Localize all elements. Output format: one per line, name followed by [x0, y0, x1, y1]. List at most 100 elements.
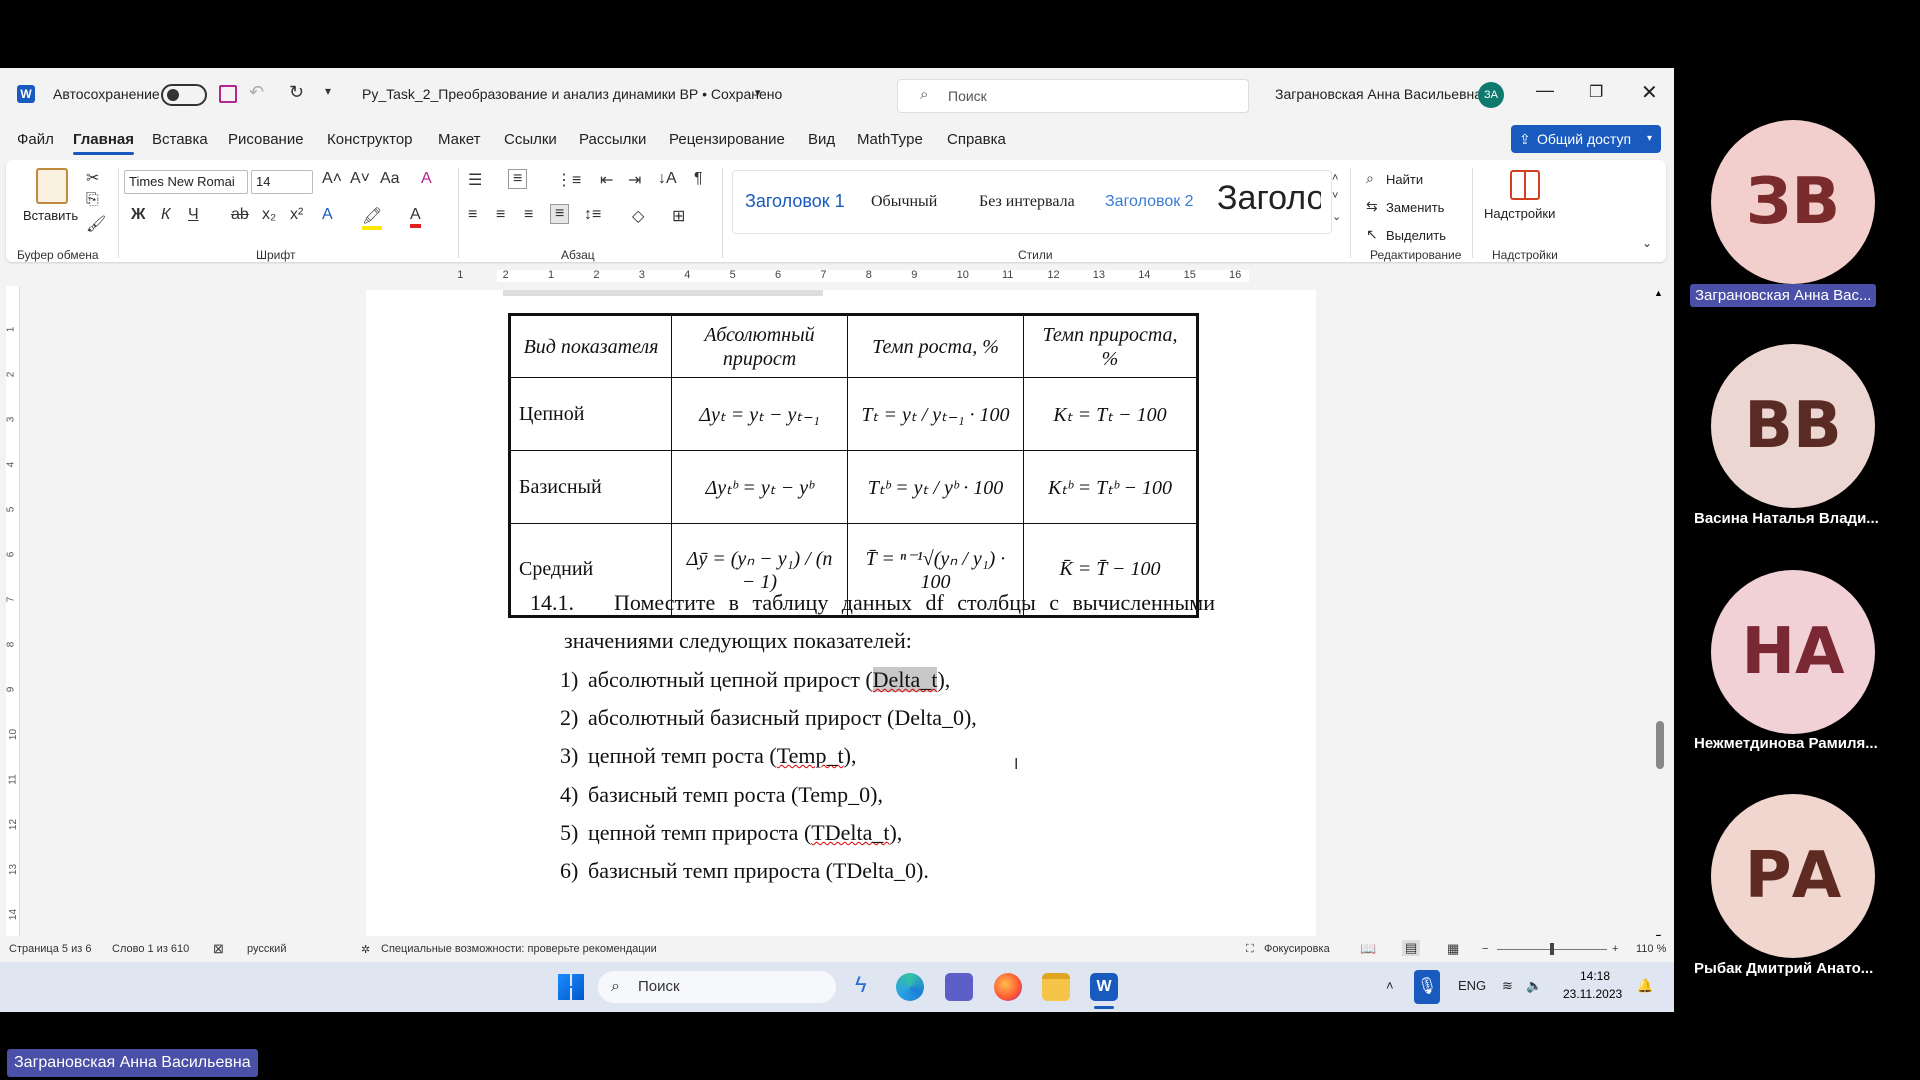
change-case-icon[interactable]: Aa	[380, 170, 400, 188]
clear-formatting-icon[interactable]: A	[421, 170, 432, 188]
web-layout-icon[interactable]: ▦	[1447, 941, 1459, 957]
edge-icon[interactable]	[896, 973, 924, 1001]
copilot-icon[interactable]: ϟ	[855, 972, 867, 998]
print-layout-icon[interactable]: ▤	[1402, 940, 1421, 956]
proofing-icon[interactable]: ⊠	[213, 941, 224, 957]
addins-label[interactable]: Надстройки	[1484, 206, 1555, 221]
close-icon[interactable]: ✕	[1641, 80, 1658, 105]
teams-icon[interactable]	[945, 973, 973, 1001]
file-explorer-icon[interactable]	[1042, 973, 1070, 1001]
shrink-font-icon[interactable]: A˅	[350, 170, 370, 188]
bold-icon[interactable]: Ж	[131, 206, 145, 224]
underline-icon[interactable]: Ч	[188, 206, 199, 224]
participant-avatar[interactable]: ВВ	[1711, 344, 1875, 508]
text-effects-icon[interactable]: A	[322, 206, 333, 224]
subscript-icon[interactable]: x₂	[262, 206, 276, 224]
clock-date[interactable]: 23.11.2023	[1563, 987, 1622, 1001]
paste-icon[interactable]	[36, 168, 68, 204]
taskbar-search[interactable]: ⌕ Поиск	[598, 971, 836, 1003]
word-taskbar-icon[interactable]: W	[1090, 973, 1118, 1001]
tab-layout[interactable]: Макет	[438, 131, 480, 148]
strikethrough-icon[interactable]: ab	[231, 206, 249, 224]
tab-file[interactable]: Файл	[17, 131, 54, 148]
show-formatting-icon[interactable]: ¶	[694, 170, 703, 188]
select-icon[interactable]: ↖	[1366, 226, 1378, 243]
tab-insert[interactable]: Вставка	[152, 131, 208, 148]
select-label[interactable]: Выделить	[1386, 228, 1446, 243]
styles-more-icon[interactable]: ⌄	[1332, 210, 1341, 223]
language-indicator[interactable]: ENG	[1458, 978, 1486, 993]
cut-icon[interactable]: ✂	[86, 168, 99, 188]
redo-icon[interactable]: ↻	[289, 82, 304, 103]
document-title[interactable]: Py_Task_2_Преобразование и анализ динами…	[362, 86, 782, 102]
participant-avatar[interactable]: НА	[1711, 570, 1875, 734]
italic-icon[interactable]: К	[161, 206, 170, 224]
tab-draw[interactable]: Рисование	[228, 131, 304, 148]
justify-icon[interactable]: ≡	[550, 204, 570, 224]
page-count[interactable]: Страница 5 из 6	[9, 943, 91, 955]
font-name-combo[interactable]: Times New Romai	[124, 170, 248, 194]
wifi-icon[interactable]: ≋	[1502, 978, 1513, 994]
copy-icon[interactable]: ⎘	[86, 191, 99, 209]
borders-icon[interactable]: ⊞	[672, 206, 685, 226]
highlight-icon[interactable]: 🖍	[362, 206, 383, 230]
style-title[interactable]: Заголо	[1217, 179, 1321, 218]
font-size-combo[interactable]: 14	[251, 170, 313, 194]
tray-expand-icon[interactable]: ˄	[1386, 978, 1394, 993]
share-button[interactable]: ⇪ Общий доступ ▾	[1511, 125, 1661, 153]
collapse-ribbon-icon[interactable]: ⌄	[1642, 236, 1652, 250]
participant-avatar[interactable]: РА	[1711, 794, 1875, 958]
microphone-icon[interactable]: 🎙	[1414, 970, 1440, 1004]
vertical-scrollbar[interactable]: ▲ ▼	[1652, 288, 1666, 948]
replace-icon[interactable]: ⇆	[1366, 198, 1378, 215]
search-box[interactable]: ⌕ Поиск	[897, 79, 1249, 113]
scrollbar-thumb[interactable]	[1656, 721, 1664, 769]
addins-icon[interactable]	[1510, 170, 1540, 200]
style-no-spacing[interactable]: Без интервала	[979, 193, 1075, 211]
participant-avatar[interactable]: ЗВ	[1711, 120, 1875, 284]
align-right-icon[interactable]: ≡	[524, 206, 533, 224]
scroll-up-icon[interactable]: ▲	[1654, 288, 1663, 298]
grow-font-icon[interactable]: A˄	[322, 170, 342, 188]
autosave-toggle[interactable]	[161, 84, 207, 106]
decrease-indent-icon[interactable]: ⇤	[600, 170, 613, 190]
restore-icon[interactable]: ❐	[1589, 82, 1603, 102]
notification-icon[interactable]: 🔔	[1637, 978, 1653, 994]
zoom-slider-thumb[interactable]	[1550, 943, 1554, 955]
tab-review[interactable]: Рецензирование	[669, 131, 785, 148]
user-name[interactable]: Заграновская Анна Васильевна	[1275, 86, 1482, 102]
superscript-icon[interactable]: x²	[290, 206, 303, 224]
accessibility-status[interactable]: Специальные возможности: проверьте реком…	[381, 943, 657, 955]
focus-mode[interactable]: Фокусировка	[1264, 943, 1330, 955]
align-left-icon[interactable]: ≡	[468, 206, 477, 224]
line-spacing-icon[interactable]: ↕≡	[584, 206, 601, 224]
find-label[interactable]: Найти	[1386, 172, 1423, 187]
replace-label[interactable]: Заменить	[1386, 200, 1444, 215]
save-icon[interactable]	[219, 85, 237, 103]
undo-icon[interactable]: ↶	[249, 82, 264, 103]
volume-icon[interactable]: 🔈	[1526, 978, 1542, 994]
word-count[interactable]: Слово 1 из 610	[112, 943, 189, 955]
find-icon[interactable]: ⌕	[1366, 170, 1374, 187]
style-heading1[interactable]: Заголовок 1	[745, 191, 845, 212]
align-center-icon[interactable]: ≡	[496, 206, 505, 224]
read-mode-icon[interactable]: 📖	[1360, 941, 1376, 957]
tab-design[interactable]: Конструктор	[327, 131, 413, 148]
tab-view[interactable]: Вид	[808, 131, 835, 148]
tab-help[interactable]: Справка	[947, 131, 1006, 148]
tab-mailings[interactable]: Рассылки	[579, 131, 646, 148]
shading-icon[interactable]: ◇	[632, 206, 644, 226]
paste-label[interactable]: Вставить	[23, 208, 78, 223]
style-normal[interactable]: Обычный	[871, 193, 937, 211]
zoom-in-icon[interactable]: +	[1612, 943, 1618, 955]
firefox-icon[interactable]	[994, 973, 1022, 1001]
bullets-icon[interactable]: ☰	[468, 170, 482, 190]
zoom-out-icon[interactable]: −	[1482, 943, 1488, 955]
format-painter-icon[interactable]: 🖌	[86, 214, 106, 234]
sort-icon[interactable]: ↓A	[658, 170, 677, 188]
tab-references[interactable]: Ссылки	[504, 131, 557, 148]
minimize-icon[interactable]: —	[1536, 80, 1554, 101]
styles-scroll-down-icon[interactable]: ˅	[1332, 190, 1338, 202]
tab-mathtype[interactable]: MathType	[857, 131, 923, 148]
customize-qat-icon[interactable]: ▾	[325, 84, 331, 98]
